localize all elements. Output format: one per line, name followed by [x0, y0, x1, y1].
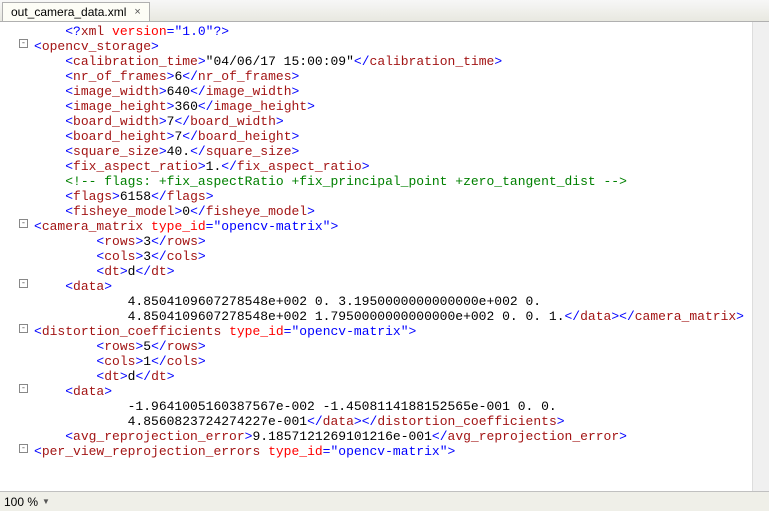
code-content: 4.8504109607278548e+002 0. 3.19500000000… — [32, 294, 769, 309]
code-line[interactable]: <cols>3</cols> — [0, 249, 769, 264]
code-line[interactable]: <calibration_time>"04/06/17 15:00:09"</c… — [0, 54, 769, 69]
code-content: <image_width>640</image_width> — [32, 84, 769, 99]
code-line[interactable]: <nr_of_frames>6</nr_of_frames> — [0, 69, 769, 84]
code-line[interactable]: <fisheye_model>0</fisheye_model> — [0, 204, 769, 219]
code-line[interactable]: <dt>d</dt> — [0, 369, 769, 384]
code-editor[interactable]: <?xml version="1.0"?>-<opencv_storage> <… — [0, 22, 769, 491]
code-line[interactable]: -<opencv_storage> — [0, 39, 769, 54]
code-content: <!-- flags: +fix_aspectRatio +fix_princi… — [32, 174, 769, 189]
code-line[interactable]: <rows>5</rows> — [0, 339, 769, 354]
code-content: <data> — [32, 279, 769, 294]
code-line[interactable]: <board_width>7</board_width> — [0, 114, 769, 129]
chevron-down-icon: ▼ — [40, 497, 52, 506]
fold-toggle-icon[interactable]: - — [19, 279, 28, 288]
fold-toggle-icon[interactable]: - — [19, 219, 28, 228]
code-content: <data> — [32, 384, 769, 399]
code-line[interactable]: <dt>d</dt> — [0, 264, 769, 279]
code-content: 4.8504109607278548e+002 1.79500000000000… — [32, 309, 769, 324]
status-bar: 100 % ▼ — [0, 491, 769, 511]
code-content: <cols>3</cols> — [32, 249, 769, 264]
code-content: <board_height>7</board_height> — [32, 129, 769, 144]
code-content: <fisheye_model>0</fisheye_model> — [32, 204, 769, 219]
code-content: <fix_aspect_ratio>1.</fix_aspect_ratio> — [32, 159, 769, 174]
zoom-control[interactable]: 100 % ▼ — [4, 495, 52, 509]
gutter: - — [0, 324, 32, 333]
code-content: <flags>6158</flags> — [32, 189, 769, 204]
code-line[interactable]: <!-- flags: +fix_aspectRatio +fix_princi… — [0, 174, 769, 189]
code-line[interactable]: -<per_view_reprojection_errors type_id="… — [0, 444, 769, 459]
code-content: <square_size>40.</square_size> — [32, 144, 769, 159]
vertical-scrollbar[interactable] — [752, 22, 769, 491]
code-content: 4.8560823724274227e-001</data></distorti… — [32, 414, 769, 429]
gutter: - — [0, 279, 32, 288]
code-content: <?xml version="1.0"?> — [32, 24, 769, 39]
code-line[interactable]: -<camera_matrix type_id="opencv-matrix"> — [0, 219, 769, 234]
close-icon[interactable]: × — [132, 7, 142, 18]
code-content: <image_height>360</image_height> — [32, 99, 769, 114]
code-line[interactable]: <square_size>40.</square_size> — [0, 144, 769, 159]
fold-toggle-icon[interactable]: - — [19, 39, 28, 48]
code-content: <cols>1</cols> — [32, 354, 769, 369]
gutter: - — [0, 219, 32, 228]
code-content: <opencv_storage> — [32, 39, 769, 54]
code-content: <calibration_time>"04/06/17 15:00:09"</c… — [32, 54, 769, 69]
tab-file[interactable]: out_camera_data.xml × — [2, 2, 150, 21]
gutter: - — [0, 384, 32, 393]
code-content: <avg_reprojection_error>9.18571212691012… — [32, 429, 769, 444]
code-content: <rows>5</rows> — [32, 339, 769, 354]
zoom-value: 100 % — [4, 495, 38, 509]
code-content: <dt>d</dt> — [32, 264, 769, 279]
gutter: - — [0, 444, 32, 453]
tab-bar: out_camera_data.xml × — [0, 0, 769, 22]
code-line[interactable]: 4.8560823724274227e-001</data></distorti… — [0, 414, 769, 429]
fold-toggle-icon[interactable]: - — [19, 324, 28, 333]
code-line[interactable]: -1.9641005160387567e-002 -1.450811418815… — [0, 399, 769, 414]
code-content: <dt>d</dt> — [32, 369, 769, 384]
code-content: -1.9641005160387567e-002 -1.450811418815… — [32, 399, 769, 414]
code-line[interactable]: - <data> — [0, 279, 769, 294]
code-content: <camera_matrix type_id="opencv-matrix"> — [32, 219, 769, 234]
tab-filename: out_camera_data.xml — [11, 5, 126, 19]
code-line[interactable]: <avg_reprojection_error>9.18571212691012… — [0, 429, 769, 444]
code-line[interactable]: <image_height>360</image_height> — [0, 99, 769, 114]
code-content: <per_view_reprojection_errors type_id="o… — [32, 444, 769, 459]
code-line[interactable]: - <data> — [0, 384, 769, 399]
code-line[interactable]: <flags>6158</flags> — [0, 189, 769, 204]
code-content: <rows>3</rows> — [32, 234, 769, 249]
code-line[interactable]: -<distortion_coefficients type_id="openc… — [0, 324, 769, 339]
code-line[interactable]: <image_width>640</image_width> — [0, 84, 769, 99]
fold-toggle-icon[interactable]: - — [19, 384, 28, 393]
code-line[interactable]: 4.8504109607278548e+002 0. 3.19500000000… — [0, 294, 769, 309]
fold-toggle-icon[interactable]: - — [19, 444, 28, 453]
code-content: <distortion_coefficients type_id="opencv… — [32, 324, 769, 339]
gutter: - — [0, 39, 32, 48]
code-line[interactable]: <cols>1</cols> — [0, 354, 769, 369]
code-line[interactable]: <rows>3</rows> — [0, 234, 769, 249]
code-line[interactable]: <fix_aspect_ratio>1.</fix_aspect_ratio> — [0, 159, 769, 174]
code-line[interactable]: 4.8504109607278548e+002 1.79500000000000… — [0, 309, 769, 324]
code-content: <nr_of_frames>6</nr_of_frames> — [32, 69, 769, 84]
code-line[interactable]: <?xml version="1.0"?> — [0, 24, 769, 39]
code-line[interactable]: <board_height>7</board_height> — [0, 129, 769, 144]
code-content: <board_width>7</board_width> — [32, 114, 769, 129]
